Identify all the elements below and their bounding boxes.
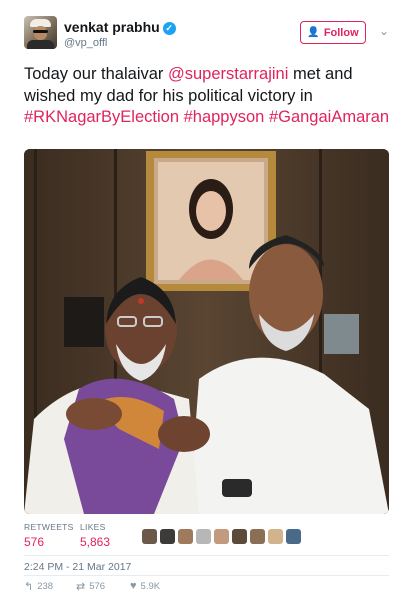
retweet-button[interactable]: ⇄ 576 bbox=[76, 580, 105, 593]
likes-stat[interactable]: LIKES 5,863 bbox=[80, 522, 110, 549]
retweet-count: 576 bbox=[89, 581, 106, 592]
tweet-text: Today our thalaivar @superstarrajini met… bbox=[24, 64, 394, 129]
likes-count: 5,863 bbox=[80, 535, 111, 549]
tweet-link[interactable]: #GangaiAmaran bbox=[269, 108, 389, 126]
engagement-stats: RETWEETS 576 LIKES 5,863 bbox=[24, 522, 396, 550]
avatar[interactable] bbox=[24, 16, 57, 49]
liker-avatars bbox=[142, 529, 301, 544]
tweet-actions: ↰ 238 ⇄ 576 ♥ 5.9K bbox=[24, 580, 396, 594]
like-button[interactable]: ♥ 5.9K bbox=[130, 580, 160, 592]
tweet-link[interactable]: @superstarrajini bbox=[168, 65, 288, 83]
verified-badge-icon: ✓ bbox=[162, 22, 176, 35]
tweet-header: venkat prabhu ✓ @vp_offl 👤 Follow ⌄ bbox=[24, 16, 396, 56]
liker-avatar[interactable] bbox=[142, 529, 157, 544]
liker-avatar[interactable] bbox=[286, 529, 301, 544]
liker-avatar[interactable] bbox=[196, 529, 211, 544]
reply-icon: ↰ bbox=[24, 581, 34, 593]
author-name-row[interactable]: venkat prabhu ✓ bbox=[64, 19, 176, 35]
follow-label: Follow bbox=[323, 26, 359, 39]
retweets-label: RETWEETS bbox=[24, 522, 74, 532]
retweet-icon: ⇄ bbox=[76, 581, 86, 593]
liker-avatar[interactable] bbox=[232, 529, 247, 544]
liker-avatar[interactable] bbox=[250, 529, 265, 544]
divider bbox=[24, 575, 389, 576]
photo-illustration bbox=[24, 149, 389, 514]
heart-icon: ♥ bbox=[130, 580, 137, 592]
liker-avatar[interactable] bbox=[268, 529, 283, 544]
add-person-icon: 👤 bbox=[307, 27, 320, 38]
retweets-stat[interactable]: RETWEETS 576 bbox=[24, 522, 74, 549]
tweet-photo[interactable] bbox=[24, 149, 389, 514]
tweet-text-segment: Today our thalaivar bbox=[24, 65, 168, 83]
tweet-timestamp[interactable]: 2:24 PM - 21 Mar 2017 bbox=[24, 561, 131, 573]
retweets-count: 576 bbox=[24, 535, 45, 549]
like-count: 5.9K bbox=[140, 580, 161, 592]
author-name[interactable]: venkat prabhu bbox=[64, 19, 160, 35]
liker-avatar[interactable] bbox=[160, 529, 175, 544]
tweet-link[interactable]: #happyson bbox=[184, 108, 265, 126]
divider bbox=[24, 555, 389, 556]
reply-count: 238 bbox=[37, 581, 54, 592]
chevron-down-icon[interactable]: ⌄ bbox=[379, 24, 389, 38]
reply-button[interactable]: ↰ 238 bbox=[24, 580, 53, 593]
author-handle[interactable]: @vp_offl bbox=[64, 37, 107, 49]
liker-avatar[interactable] bbox=[178, 529, 193, 544]
follow-button[interactable]: 👤 Follow bbox=[300, 21, 366, 44]
tweet-link[interactable]: #RKNagarByElection bbox=[24, 108, 179, 126]
likes-label: LIKES bbox=[80, 522, 106, 532]
liker-avatar[interactable] bbox=[214, 529, 229, 544]
